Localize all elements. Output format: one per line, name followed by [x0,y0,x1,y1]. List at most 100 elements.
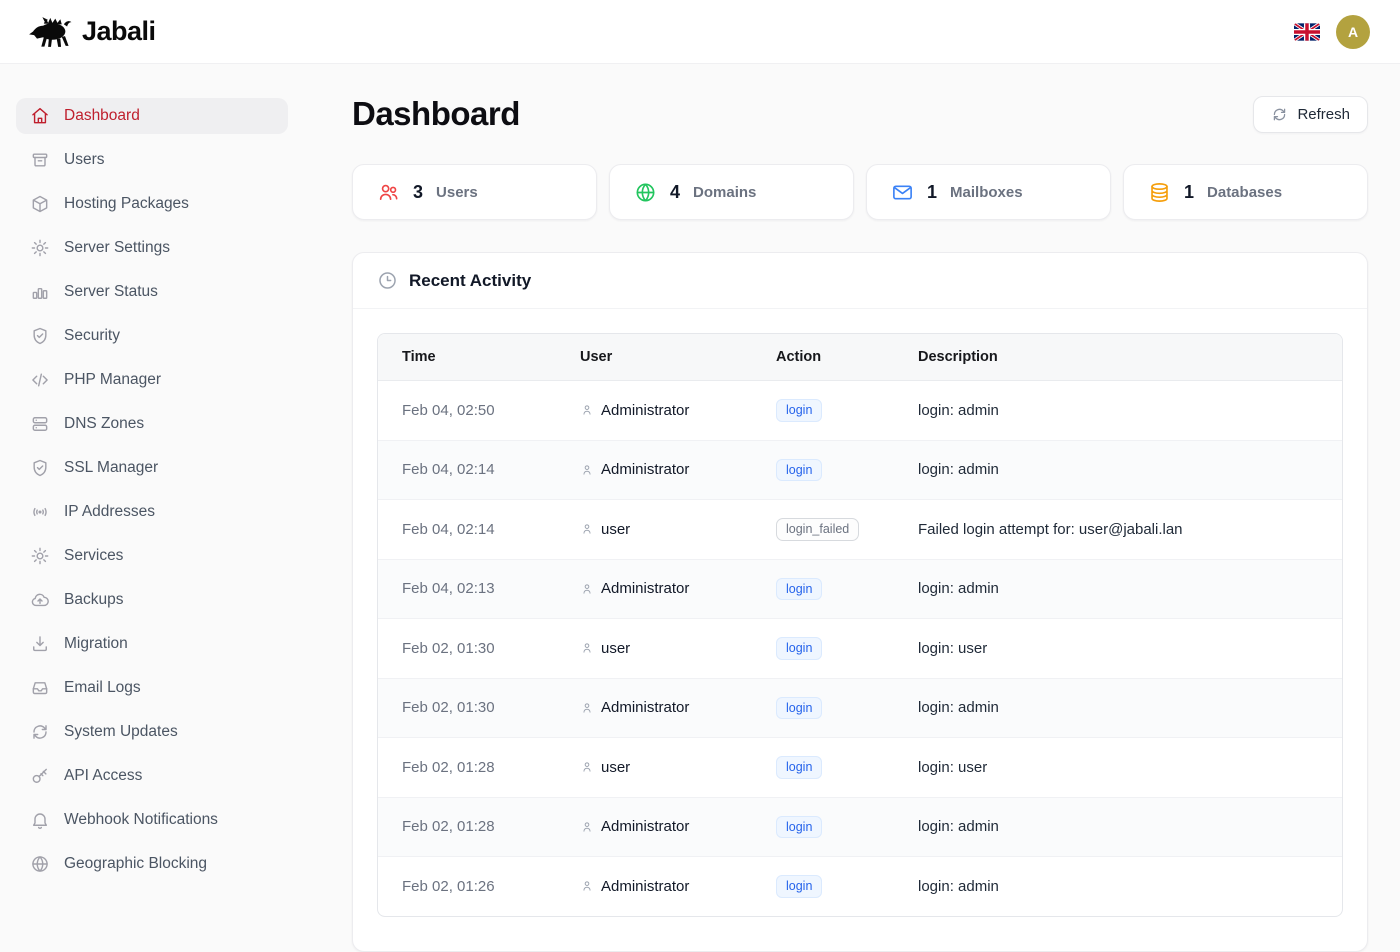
action-badge: login_failed [776,518,859,541]
sidebar-item-migration[interactable]: Migration [16,626,288,662]
user-avatar[interactable]: A [1336,15,1370,49]
sidebar-item-ssl-manager[interactable]: SSL Manager [16,450,288,486]
activity-user: user [556,619,752,679]
sidebar-item-label: System Updates [64,723,178,741]
activity-user: Administrator [556,678,752,738]
column-header-time: Time [378,334,556,381]
clock-icon [377,270,398,291]
sidebar-item-label: SSL Manager [64,459,158,477]
package-icon [30,194,50,214]
main-content: Dashboard Refresh 3Users4Domains1Mailbox… [304,64,1400,900]
stat-card-mailboxes[interactable]: 1Mailboxes [866,164,1111,220]
table-row: Feb 04, 02:14userlogin_failedFailed logi… [378,500,1342,560]
globe-icon [30,854,50,874]
activity-description: login: user [894,619,1342,679]
column-header-action: Action [752,334,894,381]
sidebar-item-label: Security [64,327,120,345]
activity-time: Feb 02, 01:26 [378,857,556,916]
table-row: Feb 02, 01:28userloginlogin: user [378,738,1342,798]
recent-activity-card: Recent Activity TimeUserActionDescriptio… [352,252,1368,952]
sidebar-item-hosting-packages[interactable]: Hosting Packages [16,186,288,222]
sidebar-item-label: Server Status [64,283,158,301]
sidebar-item-php-manager[interactable]: PHP Manager [16,362,288,398]
action-badge: login [776,697,822,720]
bar-chart-icon [30,282,50,302]
stats-row: 3Users4Domains1Mailboxes1Databases [352,164,1368,220]
action-badge: login [776,399,822,422]
activity-user: user [556,500,752,560]
table-row: Feb 04, 02:50Administratorloginlogin: ad… [378,381,1342,441]
sidebar-item-system-updates[interactable]: System Updates [16,714,288,750]
stat-card-domains[interactable]: 4Domains [609,164,854,220]
activity-time: Feb 04, 02:13 [378,559,556,619]
sidebar-item-label: Webhook Notifications [64,811,218,829]
activity-user: Administrator [556,381,752,441]
user-name: user [601,759,630,776]
brand-name: Jabali [82,16,156,47]
stat-value: 3 [413,182,423,203]
sidebar-item-label: Hosting Packages [64,195,189,213]
user-name: Administrator [601,878,689,895]
activity-description: login: admin [894,440,1342,500]
action-badge: login [776,459,822,482]
users-stat-icon [377,181,400,204]
sidebar-item-webhook-notifications[interactable]: Webhook Notifications [16,802,288,838]
table-row: Feb 02, 01:30userloginlogin: user [378,619,1342,679]
stat-label: Domains [693,184,756,201]
sidebar-item-label: Dashboard [64,107,140,125]
sidebar-item-api-access[interactable]: API Access [16,758,288,794]
stat-label: Mailboxes [950,184,1023,201]
column-header-description: Description [894,334,1342,381]
table-row: Feb 02, 01:26Administratorloginlogin: ad… [378,857,1342,916]
sidebar-item-dashboard[interactable]: Dashboard [16,98,288,134]
users-icon [30,150,50,170]
sidebar-item-label: Migration [64,635,128,653]
sidebar-item-geographic-blocking[interactable]: Geographic Blocking [16,846,288,882]
person-icon [580,463,594,477]
action-badge: login [776,756,822,779]
stat-label: Databases [1207,184,1282,201]
activity-time: Feb 04, 02:14 [378,440,556,500]
table-row: Feb 04, 02:13Administratorloginlogin: ad… [378,559,1342,619]
stat-card-databases[interactable]: 1Databases [1123,164,1368,220]
table-row: Feb 02, 01:30Administratorloginlogin: ad… [378,678,1342,738]
app-header: Jabali A [0,0,1400,64]
activity-description: login: admin [894,559,1342,619]
user-name: Administrator [601,818,689,835]
action-badge: login [776,637,822,660]
sidebar-item-ip-addresses[interactable]: IP Addresses [16,494,288,530]
sidebar-item-label: Users [64,151,104,169]
sidebar-item-email-logs[interactable]: Email Logs [16,670,288,706]
user-name: Administrator [601,402,689,419]
sidebar-item-security[interactable]: Security [16,318,288,354]
sidebar-item-server-settings[interactable]: Server Settings [16,230,288,266]
language-flag-icon[interactable] [1294,23,1320,41]
bell-icon [30,810,50,830]
signal-icon [30,502,50,522]
sidebar-item-label: Server Settings [64,239,170,257]
refresh-button[interactable]: Refresh [1253,96,1368,133]
activity-user: Administrator [556,857,752,916]
sidebar-item-server-status[interactable]: Server Status [16,274,288,310]
recent-activity-title: Recent Activity [409,271,531,291]
activity-description: login: admin [894,678,1342,738]
sidebar-item-label: Email Logs [64,679,141,697]
sidebar-item-dns-zones[interactable]: DNS Zones [16,406,288,442]
globe-stat-icon [634,181,657,204]
user-name: user [601,521,630,538]
stat-card-users[interactable]: 3Users [352,164,597,220]
brand-logo[interactable]: Jabali [28,15,156,48]
activity-description: login: admin [894,797,1342,857]
sidebar-item-services[interactable]: Services [16,538,288,574]
activity-table: TimeUserActionDescription Feb 04, 02:50A… [378,334,1342,916]
sidebar-item-users[interactable]: Users [16,142,288,178]
activity-action: login [752,619,894,679]
sidebar-item-label: Backups [64,591,123,609]
user-name: Administrator [601,461,689,478]
cloud-upload-icon [30,590,50,610]
activity-user: Administrator [556,440,752,500]
sidebar: Dashboard Users Hosting Packages Server Set… [0,64,304,900]
sidebar-item-backups[interactable]: Backups [16,582,288,618]
action-badge: login [776,875,822,898]
person-icon [580,641,594,655]
